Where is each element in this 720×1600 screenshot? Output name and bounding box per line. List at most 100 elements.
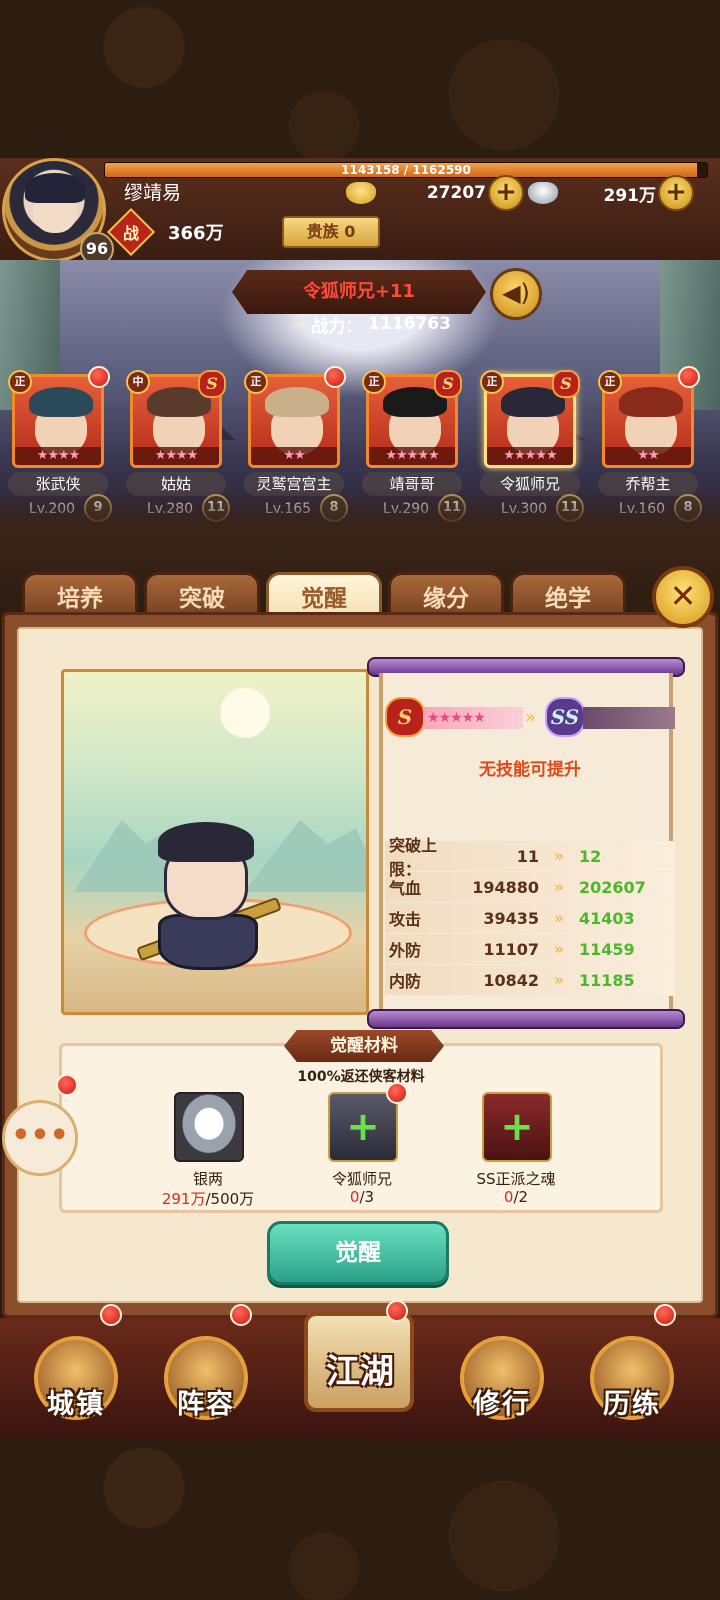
close-icon: ✕ xyxy=(669,577,697,615)
nav-lineup[interactable]: 阵容 xyxy=(156,1304,256,1436)
hero-level: Lv.280 xyxy=(146,501,194,517)
materials-box: 觉醒材料 100%返还侠客材料 银两 291万/500万 + 令狐师兄 0/3 … xyxy=(59,1030,663,1213)
hero-stars: ★★★★ xyxy=(133,447,219,465)
hero-level: Lv.300 xyxy=(500,501,548,517)
arrow-right-icon: » xyxy=(554,909,564,927)
stat-next: 11185 xyxy=(579,970,635,990)
hero-stars: ★★ xyxy=(605,447,691,465)
plus-icon: + xyxy=(500,1104,534,1150)
faction-badge: 正 xyxy=(362,370,386,394)
hero-shard-icon: + xyxy=(328,1092,398,1162)
hero-list: ★★★★ 正 张武侠 Lv.200 9 ★★★★ 中 S 姑姑 Lv.280 1… xyxy=(6,366,720,522)
hero-scene: 令狐师兄+11 ◀) ⚔ 战力： 1116763 ★★★★ 正 张武侠 Lv.2… xyxy=(0,260,720,528)
materials-subtitle: 100%返还侠客材料 xyxy=(297,1069,425,1085)
awaken-info-scroll: S ★★★★★ » SS 无技能可提升 突破上限： 11 » 12 气血 194… xyxy=(367,657,685,1029)
close-button[interactable]: ✕ xyxy=(652,566,714,628)
soul-icon: + xyxy=(482,1092,552,1162)
hero-hair xyxy=(265,387,329,417)
selected-hero-title: 令狐师兄+11 xyxy=(232,270,486,314)
material-silver[interactable]: 银两 291万/500万 xyxy=(138,1092,278,1210)
hero-hair xyxy=(29,387,93,417)
nav-trial[interactable]: 历练 xyxy=(582,1304,682,1436)
materials-title: 觉醒材料 xyxy=(284,1030,444,1062)
crossed-swords-icon: ⚔ xyxy=(289,313,306,335)
top-background xyxy=(0,0,720,158)
stat-row: 突破上限： 11 » 12 xyxy=(385,836,675,879)
scroll-rod-bottom xyxy=(367,1009,685,1029)
add-silver-button[interactable]: + xyxy=(658,175,694,211)
hero-card[interactable]: ★★ 正 乔帮主 Lv.160 8 xyxy=(596,366,702,522)
material-need: /2 xyxy=(513,1188,529,1206)
notification-dot xyxy=(654,1304,676,1326)
nav-town[interactable]: 城镇 xyxy=(26,1304,126,1436)
exp-bar: 1143158 / 1162590 xyxy=(104,162,708,178)
hero-name: 令狐师兄 xyxy=(480,472,580,496)
faction-badge: 正 xyxy=(244,370,268,394)
hero-card[interactable]: ★★★★ 中 S 姑姑 Lv.280 11 xyxy=(124,370,230,522)
speaker-icon: ◀) xyxy=(502,279,530,307)
voice-button[interactable]: ◀) xyxy=(490,268,542,320)
hero-power-label: 战力： xyxy=(311,316,363,337)
material-soul[interactable]: + SS正派之魂 0/2 xyxy=(446,1092,586,1210)
nav-practice[interactable]: 修行 xyxy=(452,1336,552,1436)
hero-name: 姑姑 xyxy=(126,472,226,496)
nav-jianghu[interactable]: 江湖 xyxy=(298,1300,422,1426)
player-header: 1143158 / 1162590 96 缪靖易 27207 + 291万 + … xyxy=(0,158,720,266)
hero-stars: ★★ xyxy=(251,447,337,465)
silver-ingot-icon xyxy=(174,1092,244,1162)
hero-break-badge: 9 xyxy=(84,494,112,522)
hero-power: ⚔ 战力： 1116763 xyxy=(270,310,470,338)
hero-card[interactable]: ★★ 正 灵鹫宫宫主 Lv.165 8 xyxy=(242,366,348,522)
hero-power-value: 1116763 xyxy=(368,314,451,334)
arrow-right-icon: » xyxy=(554,847,564,865)
character-torso xyxy=(158,914,258,970)
notification-dot xyxy=(88,366,110,388)
stat-label: 突破上限： xyxy=(389,836,438,879)
gold-value: 27207 xyxy=(426,183,486,203)
material-hero-copy[interactable]: + 令狐师兄 0/3 xyxy=(292,1082,432,1210)
stat-next: 11459 xyxy=(579,939,635,959)
power-value: 366万 xyxy=(168,223,224,244)
rank-upgrade-row: S ★★★★★ » SS xyxy=(385,693,675,743)
stat-label: 攻击 xyxy=(389,910,422,929)
material-name: 银两 xyxy=(192,1170,223,1188)
stat-current: 11 xyxy=(516,846,539,866)
faction-badge: 中 xyxy=(126,370,150,394)
rank-s-badge: S xyxy=(434,370,462,398)
material-name: 令狐师兄 xyxy=(331,1170,392,1188)
silver-currency: 291万 + xyxy=(528,175,694,211)
hero-name: 乔帮主 xyxy=(598,472,698,496)
hero-stars: ★★★★★ xyxy=(487,447,573,465)
player-power: 战 366万 贵族 0 xyxy=(106,207,380,257)
hero-name: 灵鹫宫宫主 xyxy=(244,472,344,496)
rank-ss-bar xyxy=(583,707,675,729)
hero-break-badge: 11 xyxy=(202,494,230,522)
notification-dot xyxy=(386,1082,408,1104)
add-gold-button[interactable]: + xyxy=(488,175,524,211)
rank-s-badge: S xyxy=(385,697,425,737)
hero-level: Lv.165 xyxy=(264,501,312,517)
hero-card[interactable]: ★★★★ 正 张武侠 Lv.200 9 xyxy=(6,366,112,522)
material-name: SS正派之魂 xyxy=(476,1170,556,1188)
avatar-hair xyxy=(25,173,85,203)
notification-dot xyxy=(386,1300,408,1322)
hero-card-selected[interactable]: ★★★★★ 正 S 令狐师兄 Lv.300 11 xyxy=(478,370,584,522)
rank-ss-badge: SS xyxy=(545,697,585,737)
rank-s-badge: S xyxy=(552,370,580,398)
nav-label: 修行 xyxy=(473,1389,531,1420)
noble-button[interactable]: 贵族 0 xyxy=(282,216,380,248)
awaken-button[interactable]: 觉醒 xyxy=(267,1221,449,1285)
hero-card[interactable]: ★★★★★ 正 S 靖哥哥 Lv.290 11 xyxy=(360,370,466,522)
faction-badge: 正 xyxy=(8,370,32,394)
hero-stars: ★★★★ xyxy=(15,447,101,465)
stat-next: 12 xyxy=(579,846,602,866)
material-need: /3 xyxy=(359,1188,375,1206)
chat-bubble-icon: ••• xyxy=(11,1118,69,1153)
stat-current: 39435 xyxy=(483,908,539,928)
notification-dot xyxy=(230,1304,252,1326)
notification-dot xyxy=(56,1074,78,1096)
arrow-right-icon: » xyxy=(554,940,564,958)
hero-break-badge: 8 xyxy=(674,494,702,522)
chat-button[interactable]: ••• xyxy=(2,1100,78,1176)
character-hat xyxy=(158,822,254,862)
